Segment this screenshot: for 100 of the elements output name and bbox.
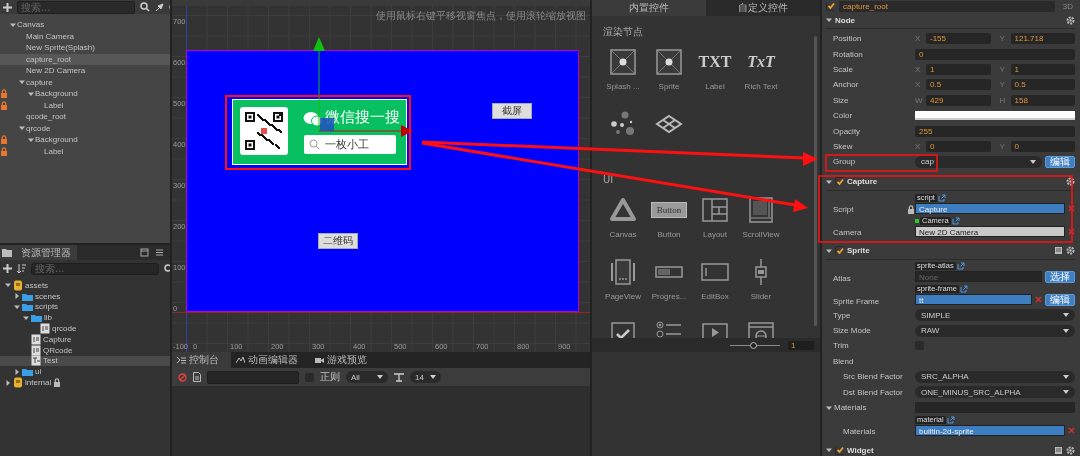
node-name-field[interactable]: capture_root: [839, 0, 1055, 12]
panel-tab[interactable]: 自定义控件: [706, 0, 820, 16]
tree-item[interactable]: lib: [0, 312, 170, 324]
panel-tab[interactable]: 动画编辑器: [231, 352, 310, 368]
link-icon[interactable]: [937, 193, 946, 202]
tree-item[interactable]: ui: [0, 366, 170, 378]
expand-arrow-icon[interactable]: [9, 21, 16, 28]
number-field[interactable]: 0: [915, 48, 1075, 60]
number-field[interactable]: 0: [926, 140, 991, 152]
book-icon[interactable]: [1054, 445, 1063, 455]
tree-item[interactable]: Label: [0, 99, 170, 111]
widget-tile[interactable]: Sprite: [646, 40, 692, 102]
book-icon[interactable]: [1054, 246, 1063, 255]
tree-item[interactable]: Main Camera: [0, 30, 170, 42]
expand-arrow-icon[interactable]: [826, 404, 832, 411]
move-gizmo[interactable]: [313, 37, 413, 137]
enable-checkbox[interactable]: [835, 445, 844, 455]
expand-arrow-icon[interactable]: [826, 178, 832, 185]
tree-item[interactable]: qcode_root: [0, 111, 170, 123]
widget-tile[interactable]: Splash ...: [600, 40, 646, 102]
select-button[interactable]: 编辑: [1045, 293, 1075, 306]
widget-tile[interactable]: TXT Label: [692, 40, 738, 102]
dropdown[interactable]: ONE_MINUS_SRC_ALPHA: [915, 386, 1075, 399]
clear-icon[interactable]: [1068, 204, 1075, 212]
tree-item[interactable]: New 2D Camera: [0, 65, 170, 77]
widget-tile[interactable]: PageView: [600, 250, 646, 312]
tree-item[interactable]: qrcode: [0, 323, 170, 334]
tree-item[interactable]: assets: [0, 280, 170, 291]
widget-tile[interactable]: Button Button: [646, 188, 692, 250]
scrollbar[interactable]: [814, 36, 817, 326]
expand-arrow-icon[interactable]: [826, 247, 832, 254]
number-field[interactable]: 158: [1010, 94, 1075, 106]
tree-item[interactable]: Background: [0, 88, 170, 100]
tree-item[interactable]: internal: [0, 377, 170, 388]
pin-icon[interactable]: [155, 2, 164, 12]
dropdown[interactable]: RAW: [915, 324, 1075, 337]
tree-item[interactable]: New Sprite(Splash): [0, 42, 170, 54]
enable-checkbox[interactable]: [835, 246, 844, 255]
link-icon[interactable]: [951, 216, 960, 225]
panel-tab[interactable]: 资源管理器: [0, 245, 77, 260]
add-icon[interactable]: [3, 264, 12, 273]
tree-item[interactable]: qrcode: [0, 122, 170, 134]
clear-icon[interactable]: [1068, 227, 1075, 235]
tree-item[interactable]: Canvas: [0, 19, 170, 31]
zoom-field[interactable]: 1: [788, 340, 814, 350]
widget-tile[interactable]: Layout: [692, 188, 738, 250]
enable-checkbox[interactable]: [835, 177, 844, 186]
color-swatch[interactable]: [915, 111, 1075, 121]
settings-icon[interactable]: [1066, 246, 1075, 255]
tree-item[interactable]: Label: [0, 145, 170, 157]
expand-arrow-icon[interactable]: [826, 447, 832, 454]
number-field[interactable]: 121.718: [1010, 33, 1075, 45]
tree-item[interactable]: capture: [0, 76, 170, 88]
select-button[interactable]: 选择: [1045, 270, 1075, 283]
asset-field[interactable]: tt: [915, 294, 1032, 305]
settings-icon[interactable]: [1066, 445, 1075, 455]
menu-icon[interactable]: [155, 248, 164, 257]
settings-icon[interactable]: [1066, 177, 1075, 186]
settings-icon[interactable]: [1066, 15, 1075, 25]
widget-tile[interactable]: EditBox: [692, 250, 738, 312]
dropdown[interactable]: SRC_ALPHA: [915, 370, 1075, 383]
clear-icon[interactable]: [178, 372, 187, 382]
section-header[interactable]: Sprite: [826, 242, 1075, 260]
tree-item[interactable]: capture_root: [0, 53, 170, 65]
dropdown[interactable]: SIMPLE: [915, 309, 1075, 322]
dropdown[interactable]: cap: [915, 155, 1042, 168]
tree-item[interactable]: Background: [0, 134, 170, 146]
widget-tile[interactable]: TxT Rich Text: [738, 40, 784, 102]
tree-item[interactable]: scripts: [0, 301, 170, 313]
search-icon[interactable]: [140, 2, 150, 12]
widget-tile[interactable]: Slider: [738, 250, 784, 312]
widget-tile[interactable]: ScrollView: [738, 188, 784, 250]
number-field[interactable]: 255: [915, 125, 1075, 137]
link-icon[interactable]: [946, 416, 955, 425]
add-icon[interactable]: [3, 2, 12, 12]
number-field[interactable]: -155: [926, 33, 991, 45]
font-size-dropdown[interactable]: 14: [410, 371, 441, 383]
section-header[interactable]: Node: [826, 12, 1075, 29]
filter-field[interactable]: [207, 370, 299, 384]
tree-item[interactable]: QRcode: [0, 344, 170, 356]
file-icon[interactable]: [193, 372, 201, 382]
tree-item[interactable]: Capture: [0, 334, 170, 345]
number-field[interactable]: 0.5: [1010, 79, 1075, 91]
panel-tab[interactable]: 内置控件: [592, 0, 706, 16]
expand-arrow-icon[interactable]: [826, 17, 832, 23]
asset-field[interactable]: Capture: [915, 202, 1065, 214]
edit-button[interactable]: 编辑: [1045, 155, 1075, 168]
panel-tab[interactable]: 游戏预览: [310, 352, 379, 368]
number-field[interactable]: 0: [1010, 140, 1075, 152]
link-icon[interactable]: [960, 284, 968, 293]
panel-tab[interactable]: 控制台: [172, 352, 231, 368]
widget-tile[interactable]: Canvas: [600, 188, 646, 250]
number-field[interactable]: 429: [926, 94, 991, 106]
sort-icon[interactable]: [17, 264, 26, 273]
window-icon[interactable]: [140, 248, 149, 257]
tree-item[interactable]: Test: [0, 355, 170, 367]
section-header[interactable]: Widget: [826, 442, 1075, 456]
widget-tile[interactable]: Progres...: [646, 250, 692, 312]
level-dropdown[interactable]: All: [346, 371, 388, 383]
asset-field[interactable]: builtin-2d-sprite: [915, 425, 1065, 437]
